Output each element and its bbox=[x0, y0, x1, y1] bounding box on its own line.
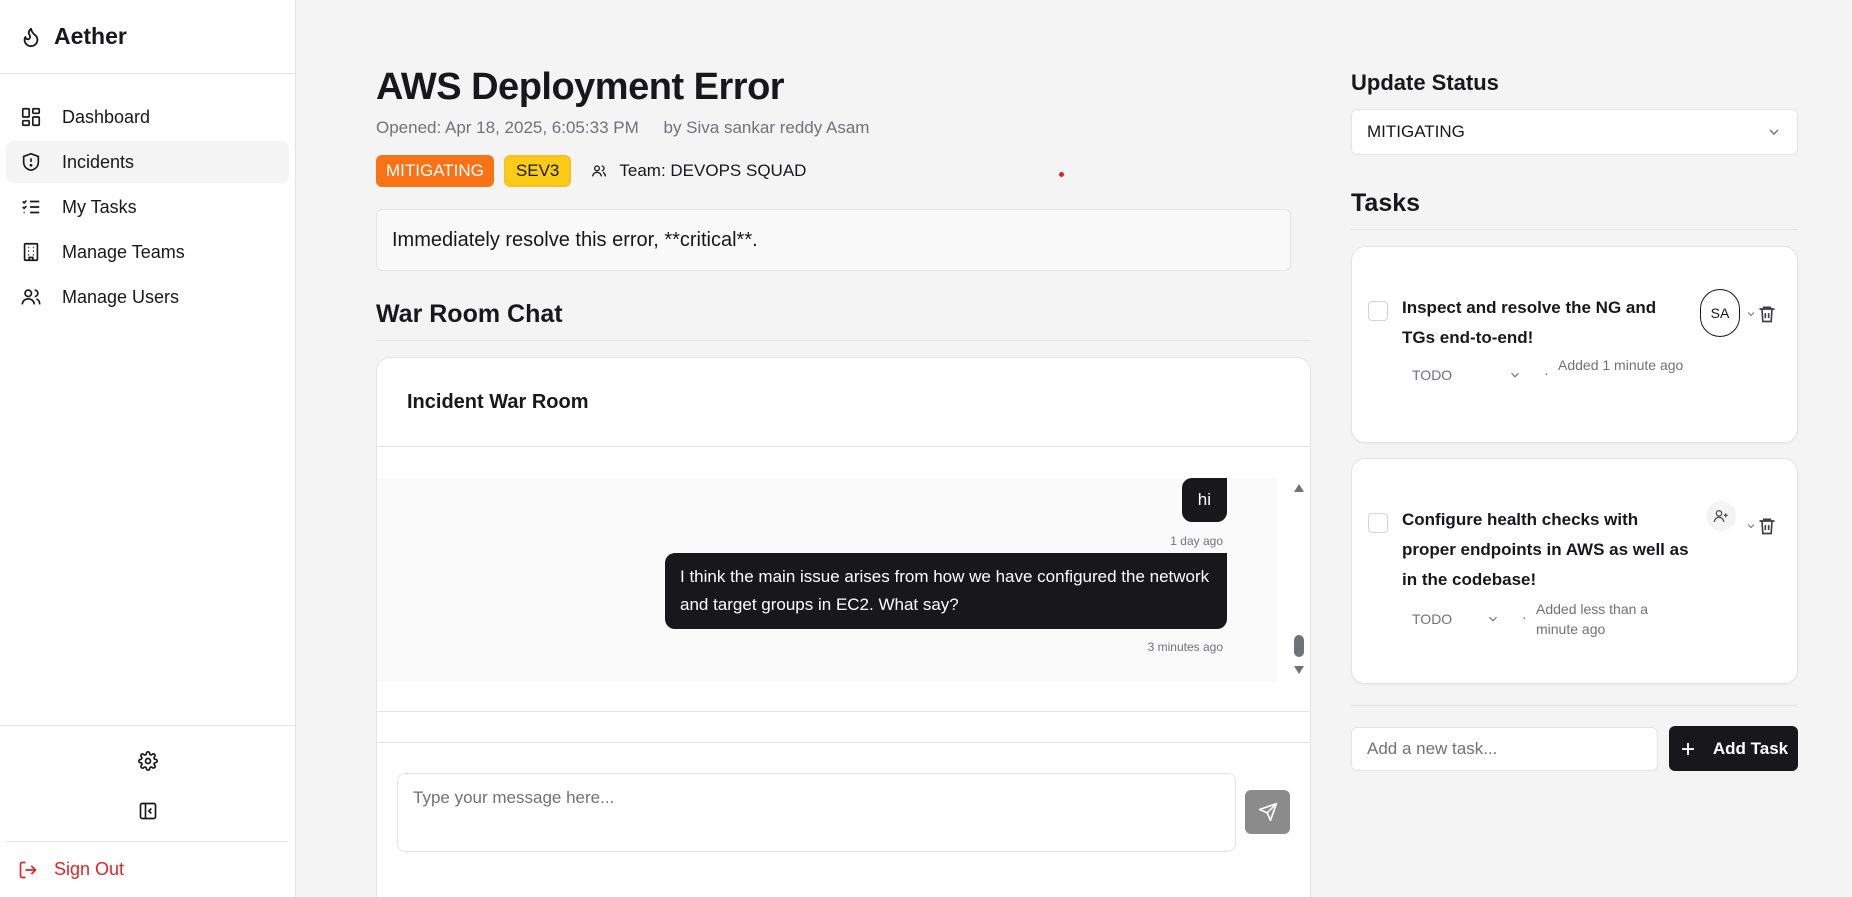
task-checkbox[interactable] bbox=[1368, 513, 1388, 533]
user-plus-icon bbox=[1713, 510, 1728, 523]
dashboard-icon bbox=[21, 107, 41, 127]
trash-icon[interactable] bbox=[1757, 304, 1777, 324]
task-added-time: Added 1 minute ago bbox=[1558, 357, 1684, 373]
brand[interactable]: Aether bbox=[0, 0, 295, 74]
chevron-down-icon bbox=[1511, 372, 1520, 378]
sidebar-item-manage-teams[interactable]: Manage Teams bbox=[6, 231, 289, 273]
task-checkbox[interactable] bbox=[1368, 301, 1388, 321]
divider bbox=[377, 742, 1310, 743]
chat-message: hi bbox=[1181, 478, 1227, 522]
add-task-button[interactable]: Add Task bbox=[1669, 726, 1798, 771]
tasks-heading: Tasks bbox=[1351, 189, 1421, 217]
scroll-up-icon bbox=[1294, 484, 1304, 492]
task-status-value: TODO bbox=[1412, 367, 1453, 383]
divider bbox=[1351, 705, 1798, 706]
send-icon bbox=[1258, 802, 1277, 822]
chevron-down-icon bbox=[1489, 616, 1498, 622]
avatar[interactable]: SA bbox=[1700, 289, 1740, 337]
task-status-select[interactable]: TODO bbox=[1412, 367, 1522, 383]
war-room-chat: Incident War Room hi 1 day ago I think t… bbox=[376, 357, 1311, 897]
update-status-heading: Update Status bbox=[1351, 70, 1499, 95]
task-actions bbox=[1745, 304, 1777, 324]
collapse-sidebar-button[interactable] bbox=[0, 786, 296, 836]
task-card: Configure health checks with proper endp… bbox=[1351, 458, 1798, 684]
plus-icon bbox=[1681, 742, 1694, 755]
list-check-icon bbox=[22, 199, 40, 214]
incident-description: Immediately resolve this error, **critic… bbox=[376, 209, 1291, 271]
sidebar-item-my-tasks[interactable]: My Tasks bbox=[6, 186, 289, 228]
sidebar-item-label: Dashboard bbox=[62, 106, 151, 127]
chat-scrollbar[interactable] bbox=[1288, 478, 1310, 682]
users-icon bbox=[592, 165, 607, 177]
scroll-thumb[interactable] bbox=[1294, 635, 1304, 657]
flame-icon bbox=[23, 27, 39, 47]
chevron-down-icon[interactable] bbox=[1745, 520, 1757, 532]
sidebar-item-label: Manage Teams bbox=[62, 241, 185, 262]
trash-icon[interactable] bbox=[1757, 516, 1777, 536]
task-status-select[interactable]: TODO bbox=[1412, 611, 1500, 627]
building-icon bbox=[23, 242, 39, 262]
sidebar-footer: Sign Out bbox=[0, 725, 296, 897]
sidebar-nav: Dashboard Incidents My Tasks Manage Team… bbox=[0, 74, 295, 318]
separator-dot: · bbox=[1522, 609, 1527, 625]
chat-message: I think the main issue arises from how w… bbox=[665, 553, 1227, 629]
badge-row: MITIGATING SEV3 Team: DEVOPS SQUAD bbox=[376, 155, 817, 187]
task-actions bbox=[1745, 516, 1777, 536]
team-label: Team: DEVOPS SQUAD bbox=[619, 161, 807, 180]
send-button[interactable] bbox=[1245, 790, 1290, 834]
status-badge: MITIGATING bbox=[376, 155, 494, 187]
message-list[interactable]: hi 1 day ago I think the main issue aris… bbox=[377, 478, 1277, 682]
app-name: Aether bbox=[54, 23, 127, 49]
sidebar-item-incidents[interactable]: Incidents bbox=[6, 141, 289, 183]
separator-dot: · bbox=[1544, 365, 1549, 381]
chevron-down-icon[interactable] bbox=[1745, 308, 1757, 320]
chevron-down-icon bbox=[1769, 129, 1779, 135]
task-card: Inspect and resolve the NG and TGs end-t… bbox=[1351, 246, 1798, 443]
task-title: Inspect and resolve the NG and TGs end-t… bbox=[1402, 298, 1657, 347]
divider bbox=[1351, 229, 1798, 230]
users-icon bbox=[21, 289, 41, 305]
message-timestamp: 1 day ago bbox=[1170, 534, 1223, 548]
task-title: Configure health checks with proper endp… bbox=[1402, 510, 1689, 589]
incident-meta: Opened: Apr 18, 2025, 6:05:33 PM by Siva… bbox=[376, 118, 869, 138]
page-title: AWS Deployment Error bbox=[376, 66, 785, 108]
indicator-dot bbox=[1059, 172, 1064, 177]
opened-by: by Siva sankar reddy Asam bbox=[663, 118, 870, 137]
war-room-heading: War Room Chat bbox=[376, 300, 563, 328]
chat-header: Incident War Room bbox=[377, 358, 1310, 447]
assign-user-button[interactable] bbox=[1706, 501, 1736, 531]
message-timestamp: 3 minutes ago bbox=[1147, 640, 1223, 654]
new-task-input[interactable]: Add a new task... bbox=[1351, 727, 1658, 771]
status-select-value: MITIGATING bbox=[1367, 122, 1465, 141]
divider bbox=[376, 340, 1311, 341]
divider bbox=[377, 711, 1310, 712]
team-badge: Team: DEVOPS SQUAD bbox=[581, 155, 817, 187]
gear-icon bbox=[138, 751, 158, 771]
sidebar: Aether Dashboard Incidents My Tasks Mana… bbox=[0, 0, 296, 897]
shield-icon bbox=[22, 152, 40, 172]
sign-out-button[interactable]: Sign Out bbox=[6, 841, 288, 897]
add-task-label: Add Task bbox=[1712, 738, 1789, 758]
sidebar-item-label: Manage Users bbox=[62, 286, 180, 307]
log-out-icon bbox=[19, 861, 37, 878]
app-root: Aether Dashboard Incidents My Tasks Mana… bbox=[0, 0, 1852, 897]
task-status-value: TODO bbox=[1412, 611, 1453, 627]
scroll-down-icon bbox=[1294, 666, 1304, 674]
status-select[interactable]: MITIGATING bbox=[1351, 109, 1798, 155]
task-added-time: Added less than a minute ago bbox=[1536, 601, 1649, 637]
sign-out-label: Sign Out bbox=[54, 859, 125, 879]
severity-badge: SEV3 bbox=[503, 155, 572, 187]
sidebar-item-manage-users[interactable]: Manage Users bbox=[6, 276, 289, 318]
sidebar-item-label: My Tasks bbox=[62, 196, 137, 217]
sidebar-item-dashboard[interactable]: Dashboard bbox=[6, 96, 289, 138]
settings-button[interactable] bbox=[0, 736, 296, 786]
message-input[interactable]: Type your message here... bbox=[397, 773, 1236, 852]
sidebar-item-label: Incidents bbox=[62, 151, 135, 172]
panel-left-close-icon bbox=[139, 802, 157, 820]
opened-date: Opened: Apr 18, 2025, 6:05:33 PM bbox=[376, 118, 639, 137]
